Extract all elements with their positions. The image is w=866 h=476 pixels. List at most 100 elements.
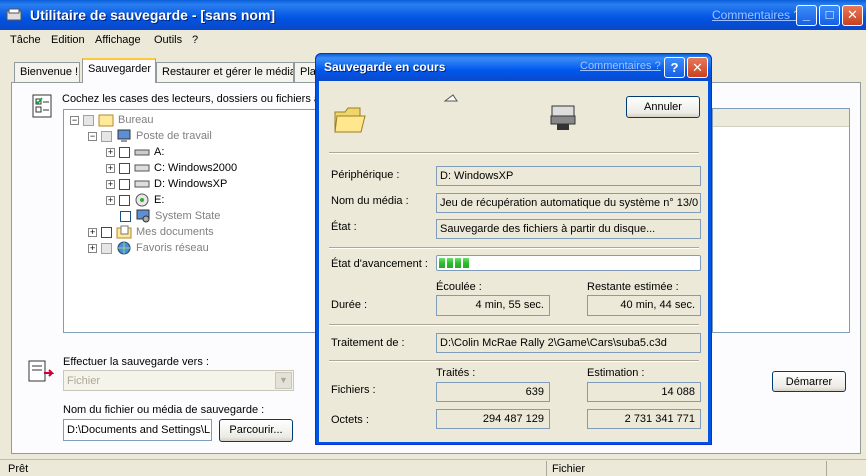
browse-button[interactable]: Parcourir... (219, 419, 293, 442)
remaining-value: 40 min, 44 sec. (587, 295, 701, 316)
feedback-link[interactable]: Commentaires ? (712, 8, 800, 22)
destination-select[interactable]: Fichier ▼ (63, 370, 294, 391)
media-name-label: Nom du média : (331, 195, 409, 207)
file-list-header (713, 109, 849, 127)
files-estimate: 14 088 (587, 382, 701, 402)
expand-icon[interactable]: + (106, 195, 115, 205)
processing-label: Traitement de : (331, 337, 405, 349)
close-button[interactable]: ✕ (842, 5, 863, 26)
destination-label: Effectuer la sauvegarde vers : (63, 356, 209, 368)
bytes-estimate: 2 731 341 771 (587, 409, 701, 429)
start-button[interactable]: Démarrer (772, 371, 846, 392)
maximize-button[interactable]: □ (819, 5, 840, 26)
cancel-button[interactable]: Annuler (626, 96, 700, 118)
expand-icon[interactable]: + (106, 179, 115, 189)
checkbox[interactable] (119, 162, 130, 174)
bytes-processed: 294 487 129 (436, 409, 550, 429)
tab-bienvenue[interactable]: Bienvenue ! (14, 62, 80, 82)
processing-value: D:\Colin McRae Rally 2\Game\Cars\suba5.c… (436, 333, 701, 353)
state-value: Sauvegarde des fichiers à partir du disq… (436, 219, 701, 239)
hard-drive-icon (134, 164, 150, 172)
elapsed-value: 4 min, 55 sec. (436, 295, 550, 316)
expand-icon[interactable]: + (106, 147, 115, 157)
expand-icon[interactable]: + (88, 227, 97, 237)
backup-destination-icon (28, 360, 54, 382)
tree-item[interactable]: + Mes documents (88, 224, 214, 240)
tree-item[interactable]: + A: (106, 144, 164, 160)
title-bar[interactable]: Utilitaire de sauvegarde - [sans nom] Co… (0, 0, 866, 30)
media-path-input[interactable]: D:\Documents and Settings\L (63, 419, 212, 441)
floppy-drive-icon (134, 149, 150, 156)
tree-item[interactable]: − Bureau (70, 112, 153, 128)
divider (329, 324, 699, 326)
menu-outils[interactable]: Outils (154, 34, 182, 46)
progress-block (439, 258, 445, 268)
expand-icon[interactable]: + (106, 163, 115, 173)
checkbox[interactable] (119, 194, 130, 206)
tab-sauvegarder[interactable]: Sauvegarder (82, 58, 156, 83)
minimize-button[interactable]: _ (796, 5, 817, 26)
dialog-title-bar[interactable]: Sauvegarde en cours Commentaires ? ? ✕ (316, 54, 711, 81)
hard-drive-icon (134, 180, 150, 188)
dialog-close-button[interactable]: ✕ (687, 57, 708, 78)
divider (329, 360, 699, 362)
dialog-body: Annuler Périphérique : D: WindowsXP Nom … (319, 81, 708, 442)
tree-item[interactable]: + E: (106, 192, 164, 208)
checkbox[interactable] (119, 178, 130, 190)
cd-drive-icon (135, 193, 149, 207)
tree-item[interactable]: + C: Windows2000 (106, 160, 237, 176)
backup-app-icon (6, 8, 22, 21)
remaining-header: Restante estimée : (587, 281, 679, 293)
checkbox[interactable] (101, 130, 112, 142)
checklist-icon (32, 94, 52, 118)
progress-block (455, 258, 461, 268)
status-separator (546, 461, 547, 476)
progress-label: État d'avancement : (331, 258, 428, 270)
bytes-label: Octets : (331, 414, 369, 426)
dialog-feedback-link[interactable]: Commentaires ? (580, 60, 661, 72)
status-media-type: Fichier (552, 463, 586, 475)
dialog-help-button[interactable]: ? (664, 57, 685, 78)
estimate-header: Estimation : (587, 367, 645, 379)
tab-restaurer[interactable]: Restaurer et gérer le média (156, 62, 294, 82)
destination-value: Fichier (67, 375, 101, 387)
file-list[interactable] (712, 108, 850, 333)
elapsed-header: Écoulée : (436, 281, 482, 293)
chevron-down-icon[interactable]: ▼ (275, 372, 292, 389)
progress-block (447, 258, 453, 268)
divider (329, 152, 699, 154)
status-text: Prêt (8, 463, 29, 475)
computer-icon (117, 129, 131, 142)
collapse-icon[interactable]: − (88, 131, 97, 141)
system-state-icon (136, 209, 150, 223)
desktop-folder-icon (98, 114, 114, 127)
status-bar: Prêt Fichier (0, 459, 866, 476)
progress-block (463, 258, 469, 268)
tree-item[interactable]: System State (120, 208, 220, 224)
tree-item[interactable]: + Favoris réseau (88, 240, 209, 256)
collapse-icon[interactable]: − (70, 115, 79, 125)
menu-affichage[interactable]: Affichage (95, 34, 141, 46)
files-processed: 639 (436, 382, 550, 402)
instructions-text: Cochez les cases des lecteurs, dossiers … (62, 93, 329, 105)
tree-item[interactable]: − Poste de travail (88, 128, 212, 144)
progress-bar (436, 255, 701, 271)
backup-progress-dialog: Sauvegarde en cours Commentaires ? ? ✕ A… (315, 53, 712, 445)
menu-help[interactable]: ? (192, 34, 198, 46)
expand-icon[interactable]: + (88, 243, 97, 253)
flying-paper-icon (443, 94, 458, 102)
checkbox[interactable] (101, 242, 112, 254)
menu-bar: Tâche Edition Affichage Outils ? (0, 30, 866, 52)
menu-tache[interactable]: Tâche (10, 34, 41, 46)
menu-edition[interactable]: Edition (51, 34, 85, 46)
checkbox[interactable] (101, 226, 112, 238)
checkbox[interactable] (120, 210, 131, 222)
dialog-title: Sauvegarde en cours (324, 60, 446, 74)
divider (329, 247, 699, 249)
checkbox[interactable] (83, 114, 94, 126)
file-tree[interactable]: − Bureau − Poste de travail + A: + C: Wi… (63, 109, 333, 333)
tree-item[interactable]: + D: WindowsXP (106, 176, 227, 192)
checkbox[interactable] (119, 146, 130, 158)
device-label: Périphérique : (331, 169, 400, 181)
device-value: D: WindowsXP (436, 166, 701, 186)
